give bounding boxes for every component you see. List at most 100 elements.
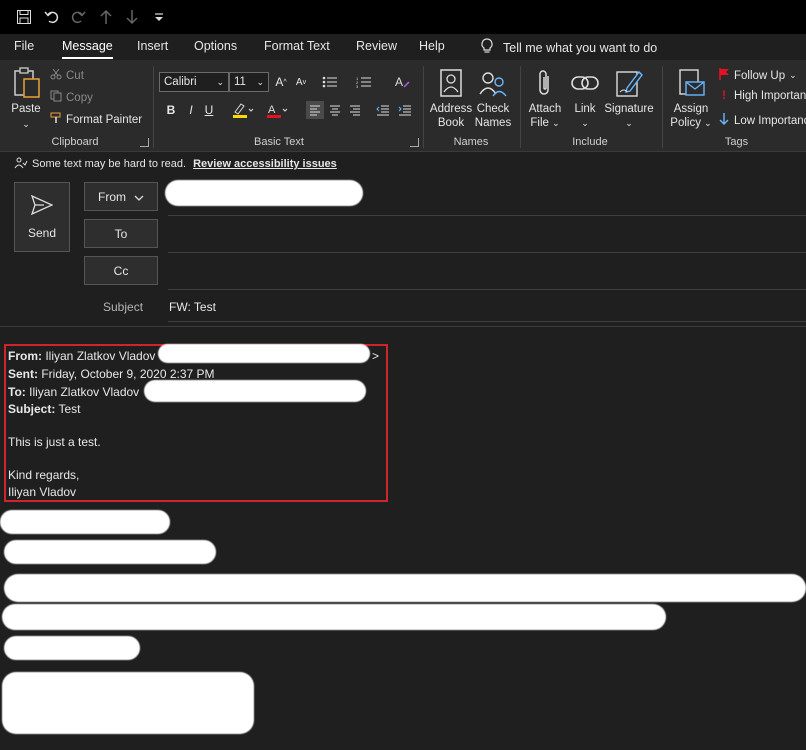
follow-up-button[interactable]: Follow Up ⌄	[718, 67, 797, 84]
follow-up-label: Follow Up	[734, 69, 786, 82]
link-button[interactable]: Link ⌄	[567, 66, 603, 130]
ribbon-tabs: File Message Insert Options Format Text …	[0, 34, 806, 60]
to-field-underline	[168, 252, 806, 253]
assign-policy-label-1: Assign	[673, 103, 709, 115]
cut-label: Cut	[66, 69, 84, 82]
tab-review[interactable]: Review	[356, 39, 397, 53]
to-label: To	[114, 226, 128, 241]
increase-indent-icon[interactable]	[396, 101, 414, 119]
cc-field-underline	[168, 289, 806, 290]
tab-format-text[interactable]: Format Text	[264, 39, 330, 53]
quoted-subject-line: Subject: Test	[8, 402, 81, 416]
bullets-icon[interactable]	[318, 73, 342, 91]
assign-policy-button[interactable]: Assign Policy ⌄	[667, 66, 715, 130]
ribbon-separator	[662, 66, 663, 148]
assign-policy-label-2: Policy ⌄	[670, 117, 712, 129]
group-label-include: Include	[572, 136, 608, 148]
clipboard-launcher-icon[interactable]	[140, 138, 149, 147]
align-left-icon[interactable]	[306, 101, 324, 119]
address-book-button[interactable]: Address Book	[429, 66, 473, 130]
to-input[interactable]	[168, 219, 806, 251]
tab-message[interactable]: Message	[62, 39, 113, 59]
format-painter-button[interactable]: Format Painter	[50, 112, 142, 127]
bold-button[interactable]: B	[162, 101, 180, 119]
underline-button[interactable]: U	[200, 101, 218, 119]
tell-me-search[interactable]: Tell me what you want to do	[481, 38, 657, 57]
send-button[interactable]: Send	[14, 182, 70, 252]
message-text: This is just a test.	[8, 435, 101, 449]
redacted-body-line	[4, 540, 216, 564]
scissors-icon	[50, 68, 62, 83]
attach-label-2: File ⌄	[530, 117, 560, 129]
link-icon	[568, 66, 602, 100]
align-center-icon[interactable]	[326, 101, 344, 119]
ribbon: Paste ⌄ Cut Copy Format Painter Clipboar…	[0, 60, 806, 152]
clear-formatting-icon[interactable]: A	[394, 73, 412, 91]
attach-file-button[interactable]: Attach File ⌄	[525, 66, 565, 130]
tab-file[interactable]: File	[14, 39, 34, 53]
header-body-divider	[0, 326, 806, 327]
customize-icon[interactable]	[149, 7, 169, 27]
quoted-from-suffix: >	[372, 349, 380, 363]
signature-button[interactable]: Signature ⌄	[604, 66, 654, 130]
cut-button[interactable]: Cut	[50, 68, 84, 83]
high-importance-button[interactable]: ! High Importanc	[718, 90, 806, 102]
cc-button[interactable]: Cc	[84, 256, 158, 285]
signature-icon	[612, 66, 646, 100]
tab-options[interactable]: Options	[194, 39, 237, 53]
tab-insert[interactable]: Insert	[137, 39, 168, 53]
infobar-text: Some text may be hard to read.	[32, 158, 187, 170]
grow-font-icon[interactable]: A ^	[272, 73, 290, 91]
chevron-down-icon: ⌄	[216, 76, 224, 87]
italic-button[interactable]: I	[182, 101, 200, 119]
signature-text: Iliyan Vladov	[8, 485, 77, 499]
redacted-body-line	[2, 604, 666, 630]
ribbon-separator	[153, 66, 154, 148]
chevron-down-icon: ⌄	[625, 118, 633, 128]
attach-label-1: Attach	[528, 103, 562, 115]
paintbrush-icon	[50, 112, 62, 127]
cc-label: Cc	[113, 263, 129, 278]
from-button[interactable]: From	[84, 182, 158, 211]
address-book-label-1: Address	[429, 103, 473, 115]
check-names-button[interactable]: Check Names	[473, 66, 513, 130]
redo-icon[interactable]	[68, 7, 88, 27]
decrease-indent-icon[interactable]	[374, 101, 392, 119]
send-icon	[30, 194, 54, 218]
low-importance-button[interactable]: Low Importanc	[718, 112, 806, 129]
high-importance-label: High Importanc	[734, 90, 806, 102]
check-names-label-1: Check	[476, 103, 510, 115]
undo-icon[interactable]	[42, 7, 62, 27]
font-name-select[interactable]: Calibri ⌄	[159, 72, 229, 92]
ribbon-separator	[423, 66, 424, 148]
low-importance-label: Low Importanc	[734, 114, 806, 127]
align-right-icon[interactable]	[346, 101, 364, 119]
quick-access-toolbar	[0, 0, 806, 34]
paste-button[interactable]: Paste ⌄	[10, 66, 42, 131]
chevron-down-icon: ⌄	[22, 119, 30, 129]
font-color-icon[interactable]: A	[263, 101, 291, 119]
basic-text-launcher-icon[interactable]	[410, 138, 419, 147]
accessibility-infobar: Some text may be hard to read. Review ac…	[0, 153, 806, 175]
save-icon[interactable]	[14, 7, 34, 27]
link-label: Link	[574, 103, 596, 115]
numbering-icon[interactable]: 123	[352, 73, 376, 91]
shrink-font-icon[interactable]: Av	[292, 73, 310, 91]
redacted-from-address	[165, 180, 363, 206]
tab-help[interactable]: Help	[419, 39, 445, 53]
highlight-icon[interactable]	[229, 101, 257, 119]
subject-input[interactable]: FW: Test	[169, 300, 216, 314]
to-button[interactable]: To	[84, 219, 158, 248]
copy-button[interactable]: Copy	[50, 90, 93, 105]
address-book-label-2: Book	[437, 117, 465, 129]
review-accessibility-link[interactable]: Review accessibility issues	[193, 158, 337, 170]
cc-input[interactable]	[168, 256, 806, 288]
chevron-down-icon: ⌄	[256, 76, 264, 87]
paste-icon	[10, 66, 44, 100]
font-name-value: Calibri	[164, 76, 197, 88]
down-icon[interactable]	[122, 7, 142, 27]
font-size-select[interactable]: 11 ⌄	[229, 72, 269, 92]
address-book-icon	[434, 66, 468, 100]
svg-text:3: 3	[356, 84, 359, 88]
up-icon[interactable]	[96, 7, 116, 27]
